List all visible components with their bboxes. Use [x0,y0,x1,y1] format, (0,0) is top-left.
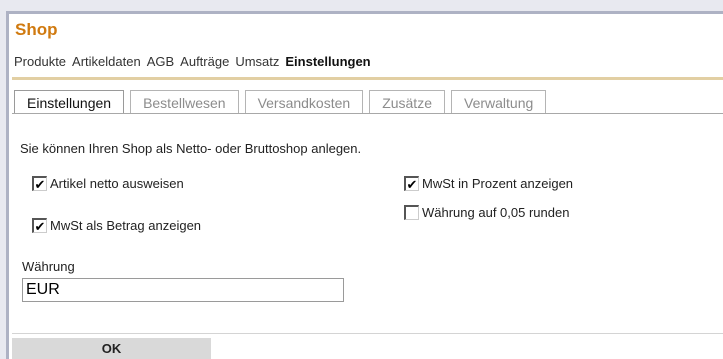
tab-einstellungen[interactable]: Einstellungen [14,90,125,114]
nav-divider [12,77,723,80]
tab-bestellwesen[interactable]: Bestellwesen [130,90,239,114]
currency-input[interactable] [22,278,344,302]
top-navigation: Produkte Artikeldaten AGB Aufträge Umsat… [14,54,371,69]
settings-description: Sie können Ihren Shop als Netto- oder Br… [20,141,362,156]
checkbox-row-waehrung-runden: Währung auf 0,05 runden [404,205,569,220]
tab-zusaetze[interactable]: Zusätze [369,90,445,114]
settings-tabs: Einstellungen Bestellwesen Versandkosten… [14,90,552,114]
checkbox-waehrung-runden[interactable] [404,205,419,220]
checkbox-label-waehrung-runden: Währung auf 0,05 runden [422,205,570,220]
nav-item-artikeldaten[interactable]: Artikeldaten [72,54,141,69]
checkbox-row-mwst-betrag: ✔ MwSt als Betrag anzeigen [32,218,201,233]
tab-baseline [12,113,723,114]
checkbox-label-mwst-betrag: MwSt als Betrag anzeigen [50,218,202,233]
checkbox-artikel-netto[interactable]: ✔ [32,176,47,191]
checkbox-mwst-prozent[interactable]: ✔ [404,176,419,191]
panel-bottom-divider [12,333,723,334]
currency-label: Währung [22,259,75,274]
shop-title: Shop [15,20,58,39]
checkbox-mwst-betrag[interactable]: ✔ [32,218,47,233]
nav-item-produkte[interactable]: Produkte [14,54,66,69]
nav-item-auftraege[interactable]: Aufträge [180,54,229,69]
tab-versandkosten[interactable]: Versandkosten [244,90,364,114]
checkbox-label-artikel-netto: Artikel netto ausweisen [50,176,184,191]
nav-item-umsatz[interactable]: Umsatz [235,54,279,69]
tab-verwaltung[interactable]: Verwaltung [451,90,547,114]
checkbox-label-mwst-prozent: MwSt in Prozent anzeigen [422,176,574,191]
checkbox-row-artikel-netto: ✔ Artikel netto ausweisen [32,176,184,191]
nav-item-einstellungen[interactable]: Einstellungen [285,54,370,69]
ok-button[interactable]: OK [12,338,211,359]
nav-item-agb[interactable]: AGB [147,54,174,69]
checkbox-row-mwst-prozent: ✔ MwSt in Prozent anzeigen [404,176,573,191]
